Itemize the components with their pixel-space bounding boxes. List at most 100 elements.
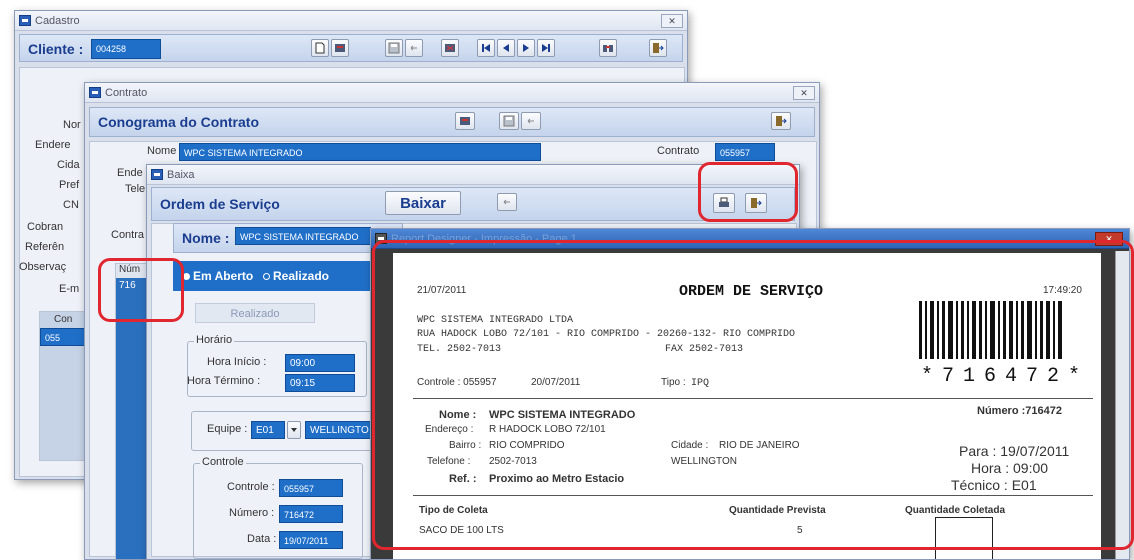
- edit-button[interactable]: [331, 39, 349, 57]
- nome-field[interactable]: WPC SISTEMA INTEGRADO: [179, 143, 541, 161]
- data-field[interactable]: 19/07/2011: [279, 531, 343, 549]
- report-endereco-value: R HADOCK LOBO 72/101: [489, 424, 606, 435]
- undo-button[interactable]: [521, 112, 541, 130]
- print-button[interactable]: [713, 193, 735, 213]
- side-label: CN: [63, 199, 79, 211]
- undo-icon: [503, 199, 510, 205]
- report-cidade-value: RIO DE JANEIRO: [719, 440, 800, 451]
- report-para: Para : 19/07/2011: [959, 443, 1070, 459]
- row-prevista-value: 5: [797, 525, 803, 536]
- save-icon: [503, 115, 515, 127]
- scrollbar-vertical[interactable]: [1115, 251, 1129, 559]
- report-tecnico-name: WELLINGTON: [671, 456, 737, 467]
- next-record-button[interactable]: [517, 39, 535, 57]
- report-nome-label: Nome :: [439, 409, 477, 421]
- radio-em-aberto[interactable]: Em Aberto: [183, 269, 253, 283]
- contrato-field[interactable]: 055957: [715, 143, 775, 161]
- report-cidade-label: Cidade :: [671, 440, 709, 451]
- controle-legend: Controle: [200, 456, 246, 468]
- report-tipo-label: Tipo :: [661, 377, 686, 388]
- baixa-titlebar[interactable]: Baixa: [147, 165, 799, 185]
- new-document-icon: [315, 42, 325, 54]
- binoculars-icon: [603, 45, 613, 52]
- app-icon: [151, 169, 163, 180]
- baixar-button[interactable]: Baixar: [385, 191, 461, 215]
- exit-button[interactable]: [771, 112, 791, 130]
- radio-realizado[interactable]: Realizado: [263, 269, 329, 283]
- separator-line: [413, 398, 1093, 399]
- controle-field[interactable]: 055957: [279, 479, 343, 497]
- numero-field[interactable]: 716472: [279, 505, 343, 523]
- side-label: E-m: [59, 283, 80, 295]
- coletada-box: [935, 517, 993, 559]
- report-bairro-value: RIO COMPRIDO: [489, 440, 565, 451]
- app-icon: [19, 15, 31, 26]
- first-record-button[interactable]: [477, 39, 495, 57]
- save-button[interactable]: [499, 112, 519, 130]
- undo-button[interactable]: [405, 39, 423, 57]
- col-tipo-header: Tipo de Coleta: [419, 505, 488, 516]
- edit-icon: [335, 44, 345, 52]
- report-page: 21/07/2011 ORDEM DE SERVIÇO 17:49:20 WPC…: [393, 253, 1101, 559]
- side-label: Nor: [63, 119, 81, 131]
- baixa-heading: Ordem de Serviço: [160, 196, 280, 212]
- contrato-titlebar[interactable]: Contrato ✕: [85, 83, 819, 103]
- new-button[interactable]: [311, 39, 329, 57]
- search-button[interactable]: [599, 39, 617, 57]
- first-icon: [482, 44, 490, 52]
- barcode-image: [919, 301, 1062, 359]
- report-hora: Hora : 09:00: [971, 460, 1049, 476]
- delete-icon: [445, 44, 455, 52]
- radio-dot-icon: [263, 273, 270, 280]
- nome-field[interactable]: WPC SISTEMA INTEGRADO: [235, 227, 371, 245]
- exit-button[interactable]: [649, 39, 667, 57]
- side-label: Cida: [57, 159, 80, 171]
- previous-record-button[interactable]: [497, 39, 515, 57]
- hora-inicio-field[interactable]: 09:00: [285, 354, 355, 372]
- tab-contratos[interactable]: Contra: [111, 229, 144, 241]
- app-icon: [375, 233, 387, 244]
- save-button[interactable]: [385, 39, 403, 57]
- grid-row[interactable]: 716: [119, 280, 136, 291]
- delete-button[interactable]: [441, 39, 459, 57]
- equipe-label: Equipe :: [207, 423, 248, 435]
- company-fax: FAX 2502-7013: [665, 344, 744, 355]
- realizado-field[interactable]: Realizado: [195, 303, 315, 323]
- exit-door-icon: [776, 116, 787, 126]
- client-field[interactable]: 004258: [91, 39, 161, 59]
- row-tipo-value: SACO DE 100 LTS: [419, 525, 504, 536]
- equipe-field[interactable]: E01: [251, 421, 285, 439]
- cadastro-titlebar[interactable]: Cadastro ✕: [15, 11, 687, 31]
- contrato-toolbar: Conograma do Contrato: [89, 107, 815, 137]
- report-ref-label: Ref. :: [449, 473, 477, 485]
- contrato-heading: Conograma do Contrato: [98, 114, 259, 130]
- close-icon[interactable]: ✕: [661, 14, 683, 28]
- report-bairro-label: Bairro :: [449, 440, 482, 451]
- window-title: Contrato: [105, 87, 148, 99]
- edit-button[interactable]: [455, 112, 475, 130]
- undo-button[interactable]: [497, 193, 517, 211]
- hora-termino-field[interactable]: 09:15: [285, 374, 355, 392]
- client-label: Cliente :: [28, 41, 84, 57]
- previous-icon: [503, 44, 509, 52]
- last-record-button[interactable]: [537, 39, 555, 57]
- report-numero: Número :716472: [977, 405, 1062, 417]
- report-controle: Controle : 055957: [417, 377, 497, 388]
- telefone-label: Tele: [125, 183, 146, 195]
- report-time: 17:49:20: [1043, 285, 1082, 296]
- exit-button[interactable]: [745, 193, 767, 213]
- side-label: Referên: [25, 241, 65, 253]
- equipe-dropdown[interactable]: [287, 421, 301, 439]
- exit-door-icon: [653, 43, 664, 53]
- window-title: Report Designer - Impressão - Page 1: [391, 233, 577, 245]
- company-name: WPC SISTEMA INTEGRADO LTDA: [417, 315, 574, 326]
- report-titlebar[interactable]: Report Designer - Impressão - Page 1 ✕: [371, 229, 1129, 249]
- grid-tab[interactable]: Con: [54, 314, 72, 325]
- next-icon: [523, 44, 529, 52]
- separator-line: [413, 495, 1093, 496]
- close-icon[interactable]: ✕: [1095, 232, 1123, 246]
- close-icon[interactable]: ✕: [793, 86, 815, 100]
- report-nome-value: WPC SISTEMA INTEGRADO: [489, 409, 636, 421]
- data-label: Data :: [247, 533, 277, 545]
- last-icon: [542, 44, 550, 52]
